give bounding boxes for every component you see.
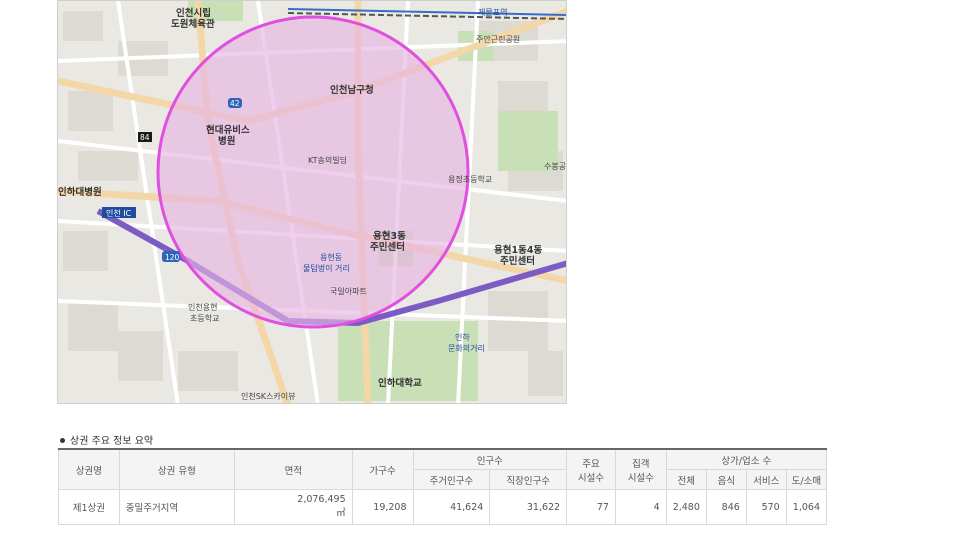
header-attract: 집객 시설수: [614, 448, 667, 490]
svg-text:84: 84: [140, 133, 150, 142]
label-city-hall: 인천시립: [176, 7, 211, 19]
trade-area-summary-table: 상권명 상권 유형 면적 가구수 인구수 주요 시설수 집객 시설수 상가/업소…: [58, 448, 828, 525]
svg-text:초등학교: 초등학교: [190, 313, 219, 323]
svg-text:도원체육관: 도원체육관: [171, 18, 215, 30]
table-row: 제1상권 중밀주거지역 2,076,495 ㎡ 19,208 41,624 31,…: [58, 489, 828, 525]
header-workers: 직장인구수: [489, 469, 568, 490]
header-name: 상권명: [58, 448, 120, 490]
label-sky-tower: 인천SK스카이뷰: [241, 391, 295, 401]
label-market: 용현동: [320, 253, 342, 262]
header-facilities: 주요 시설수: [566, 448, 616, 490]
bullet-icon: [60, 437, 65, 443]
cell-facilities: 77: [566, 489, 616, 525]
svg-text:병원: 병원: [218, 135, 235, 147]
map-canvas: 인천시립 도원체육관 제물포역 인천남구청 현대유비스 병원 KT송의빌딩 용현…: [58, 1, 566, 403]
cell-type: 중밀주거지역: [118, 489, 236, 525]
svg-text:주민센터: 주민센터: [370, 241, 405, 253]
cell-attract: 4: [614, 489, 667, 525]
section-title-text: 상권 주요 정보 요약: [70, 436, 154, 447]
label-dong-hall: 인천남구청: [330, 84, 374, 96]
svg-text:42: 42: [230, 99, 240, 108]
trade-area-circle: [156, 15, 470, 329]
header-stores: 상가/업소 수: [665, 448, 828, 470]
cell-service: 570: [745, 489, 787, 525]
svg-text:문화의거리: 문화의거리: [448, 343, 485, 353]
cell-workers: 31,622: [489, 489, 568, 525]
header-area: 면적: [234, 448, 353, 490]
label-hospital: 현대유비스: [206, 124, 250, 136]
svg-text:인천 IC: 인천 IC: [106, 208, 132, 218]
label-yongjeong-school: 용정초등학교: [448, 174, 492, 184]
header-total: 전체: [665, 469, 707, 490]
section-title: 상권 주요 정보 요약: [60, 432, 153, 447]
label-sugbong: 수봉공: [544, 162, 566, 171]
svg-text:주민센터: 주민센터: [500, 255, 535, 267]
cell-area-value: 2,076,495: [297, 494, 346, 505]
svg-text:물텀벙이 거리: 물텀벙이 거리: [303, 263, 350, 273]
header-service: 서비스: [745, 469, 787, 490]
cell-food: 846: [705, 489, 747, 525]
trade-area-map[interactable]: 인천시립 도원체육관 제물포역 인천남구청 현대유비스 병원 KT송의빌딩 용현…: [57, 0, 567, 404]
header-type: 상권 유형: [118, 448, 236, 490]
label-inha-culture: 인하: [455, 332, 470, 342]
cell-area: 2,076,495 ㎡: [234, 489, 353, 525]
header-households: 가구수: [351, 448, 414, 490]
label-inha-hospital: 인하대병원: [58, 186, 102, 198]
header-population: 인구수: [412, 448, 568, 470]
svg-text:120: 120: [165, 253, 180, 262]
label-yonghyeon-school: 인천용현: [188, 302, 217, 312]
cell-area-unit: ㎡: [336, 508, 346, 519]
cell-residents: 41,624: [412, 489, 491, 525]
header-retail: 도/소매: [785, 469, 828, 490]
cell-name: 제1상권: [58, 489, 120, 525]
label-station: 제물포역: [478, 7, 507, 17]
label-yonghyeon14: 용현1동4동: [494, 244, 542, 256]
header-residents: 주거인구수: [412, 469, 491, 490]
cell-total: 2,480: [665, 489, 707, 525]
label-gugil-apt: 국일아파트: [330, 286, 367, 296]
label-inha-univ: 인하대학교: [378, 377, 422, 389]
label-park: 주안근린공원: [476, 34, 520, 44]
label-yonghyeon3: 용현3동: [373, 230, 406, 242]
header-food: 음식: [705, 469, 747, 490]
label-kt-building: KT송의빌딩: [308, 155, 347, 165]
cell-retail: 1,064: [785, 489, 828, 525]
cell-households: 19,208: [351, 489, 414, 525]
